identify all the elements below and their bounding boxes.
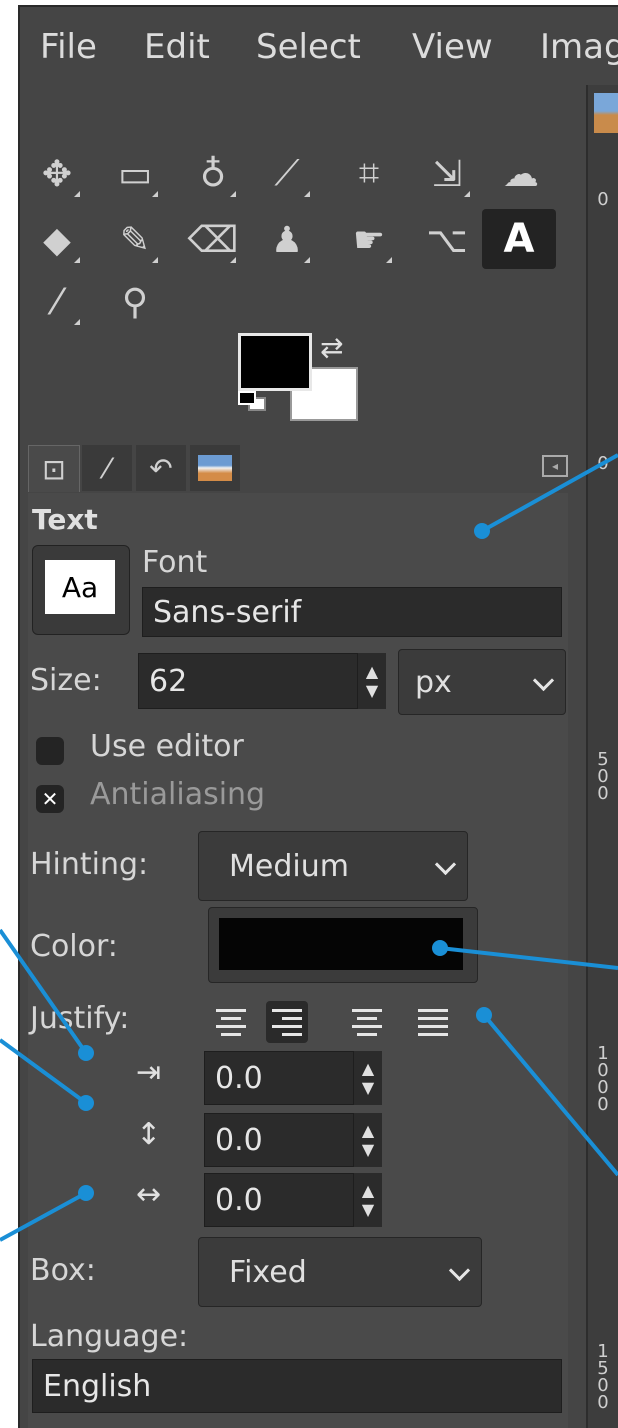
callout-line-line-spacing — [0, 1038, 88, 1105]
callout-line-letter-spacing — [0, 1191, 87, 1242]
callout-dot — [78, 1185, 94, 1201]
callout-lines — [0, 453, 618, 1242]
callout-dot — [474, 523, 490, 539]
callout-line-text — [481, 453, 618, 533]
callout-dot — [476, 1007, 492, 1023]
callout-dot — [78, 1095, 94, 1111]
callout-line-color — [439, 946, 618, 970]
callout-line-indent — [0, 928, 88, 1055]
callout-dot — [78, 1045, 94, 1061]
callout-dot — [432, 940, 448, 956]
callout-line-justify — [482, 1013, 618, 1177]
